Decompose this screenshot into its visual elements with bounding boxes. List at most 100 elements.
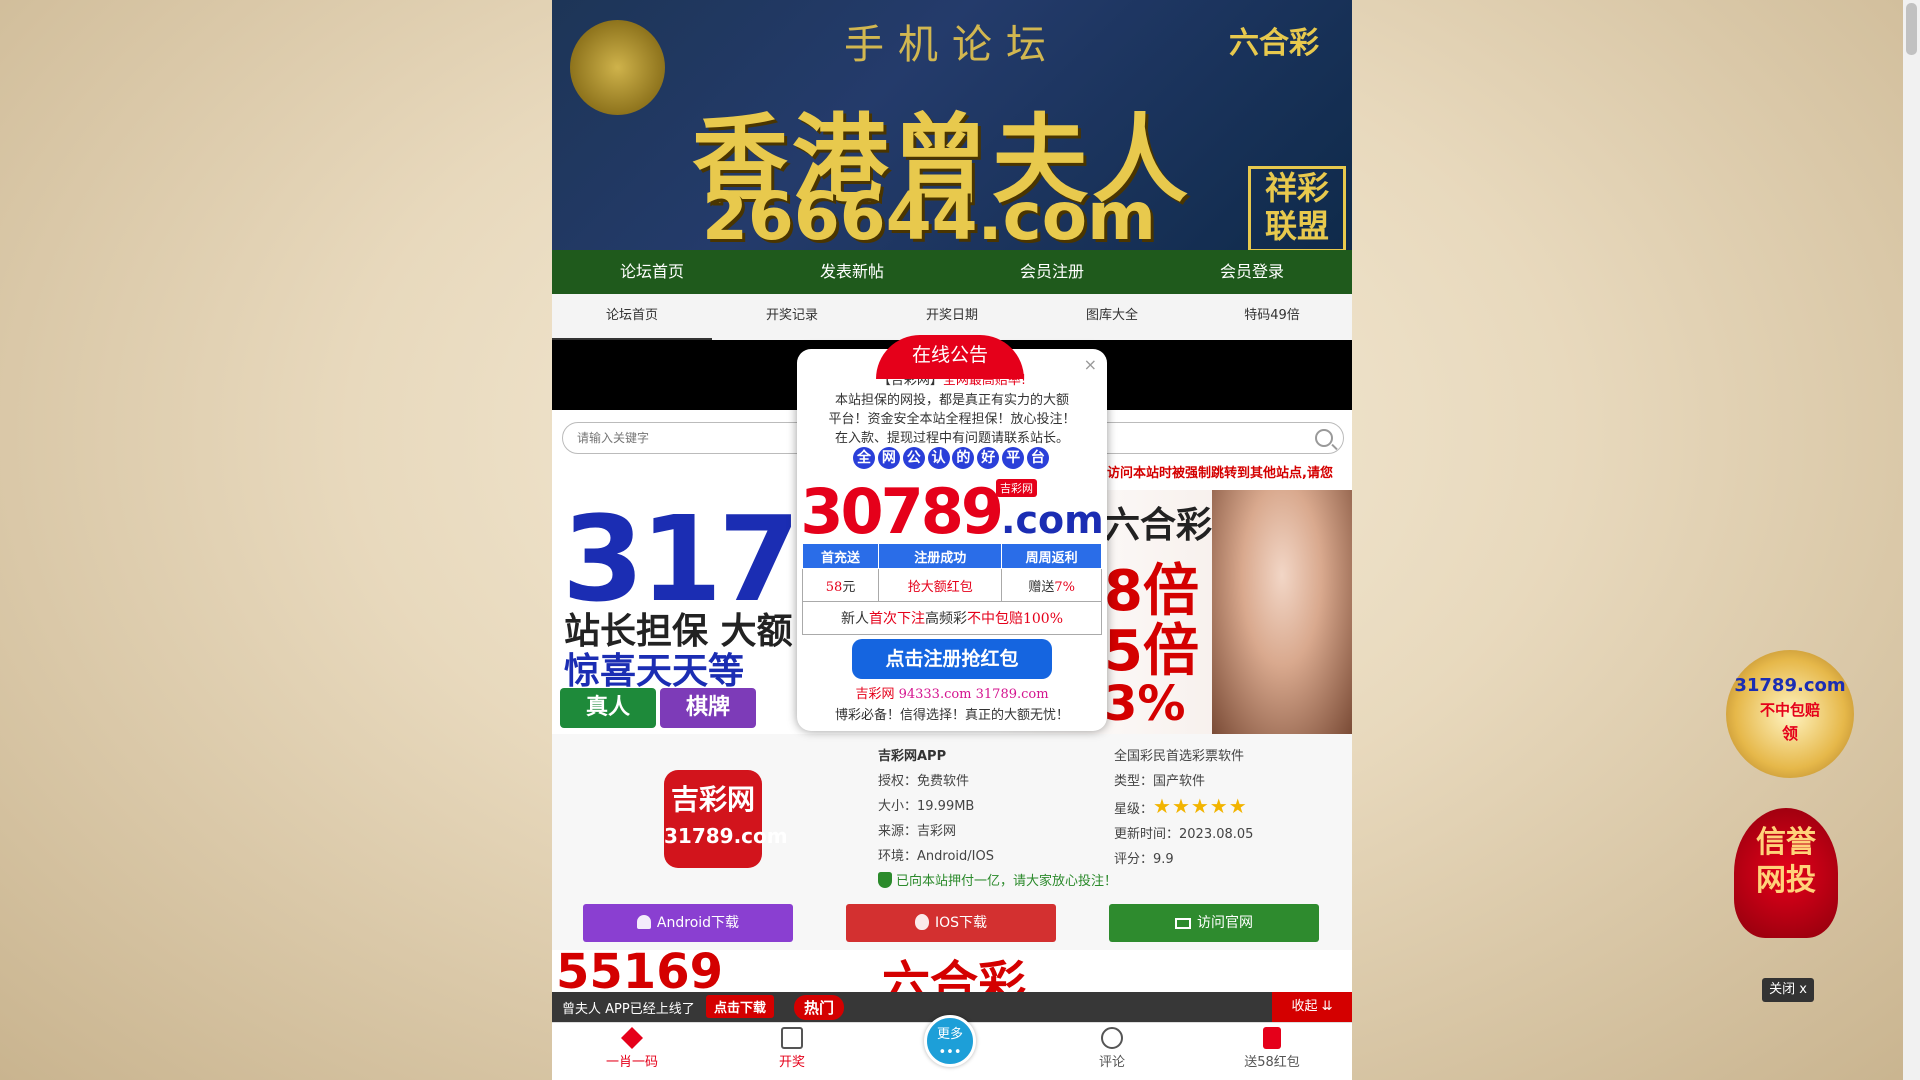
app-rating-label: 星级：	[1114, 802, 1154, 817]
android-download-label: Android下载	[656, 915, 740, 931]
side-badge1-domain: 31789.com	[1734, 675, 1846, 696]
table-header: 首充送	[801, 543, 880, 569]
app-tagline: 全国彩民首选彩票软件	[1114, 749, 1245, 764]
app-info-right: 全国彩民首选彩票软件 类型：国产软件 星级：★★★★★ 更新时间：2023.08…	[1114, 744, 1253, 872]
register-red-packet-button[interactable]: 点击注册抢红包	[852, 639, 1052, 679]
bottom-ad-right: 六合彩	[882, 956, 1027, 992]
nav-item-login[interactable]: 会员登录	[1152, 250, 1352, 294]
tab-special-49[interactable]: 特码49倍	[1192, 294, 1352, 340]
app-promo-message: 曾夫人 APP已经上线了	[562, 1002, 695, 1017]
modal-sites-brand: 吉彩网	[855, 687, 895, 702]
slogan-char: 全	[853, 447, 875, 469]
table-header: 周周返利	[1001, 543, 1102, 569]
side-close-button[interactable]: 关闭 x	[1762, 978, 1814, 1002]
tab-draw-label: 开奖	[778, 1055, 805, 1070]
android-icon	[636, 915, 651, 929]
more-dots-icon: •••	[938, 1045, 962, 1060]
slogan-char: 平	[1002, 447, 1025, 469]
bottom-tab-bar: 一肖一码 开奖 更多 ••• 评论 送58红包	[552, 1015, 1352, 1080]
app-score: 评分：9.9	[1114, 852, 1174, 867]
tab-one-code-label: 一肖一码	[605, 1055, 658, 1070]
tab-gallery[interactable]: 图库大全	[1032, 294, 1192, 340]
modal-line4: 在入款、提现过程中有问题请联系站长。	[834, 431, 1069, 446]
fold-button[interactable]: 收起 ⇊	[1272, 992, 1352, 1022]
app-updated: 更新时间：2023.08.05	[1114, 827, 1254, 842]
app-logo-name: 吉彩网	[670, 783, 755, 816]
tab-red-packet-label: 送58红包	[1244, 1055, 1300, 1070]
app-info-box: 吉彩网 31789.com 吉彩网APP 授权：免费软件 大小：19.99MB …	[552, 734, 1352, 950]
ios-download-button[interactable]: IOS下载	[846, 904, 1056, 942]
modal-footer: 博彩必备！信得选择！真正的大额无忧！	[834, 708, 1069, 723]
side-badge-credit[interactable]: 信誉 网投	[1734, 808, 1838, 938]
visit-site-label: 访问官网	[1197, 915, 1253, 931]
slogan-char: 公	[902, 447, 925, 469]
ad-right-row3: 3%	[1104, 676, 1186, 732]
tab-draw-dates[interactable]: 开奖日期	[872, 294, 1032, 340]
app-logo-domain: 31789.com	[664, 824, 788, 848]
side-badge2-line2: 网投	[1756, 863, 1816, 898]
search-icon[interactable]	[1315, 429, 1333, 447]
redirect-notice: 访问本站时被强制跳转到其他站点,请您	[1107, 466, 1333, 481]
first-deposit-unit: 元	[842, 579, 856, 595]
promo-part-c: 高频彩	[924, 611, 967, 627]
ad-right-title: 六合彩	[1104, 505, 1213, 546]
tab-comments[interactable]: 评论	[1052, 1027, 1172, 1070]
ad-right-row2: 5倍	[1104, 619, 1199, 684]
nav-item-new-post[interactable]: 发表新帖	[752, 250, 952, 294]
modal-sites: 吉彩网 94333.com 31789.com	[797, 683, 1107, 702]
promo-part-b: 首次下注	[868, 611, 925, 627]
app-name: 吉彩网APP	[878, 749, 947, 764]
slogan-char: 认	[927, 447, 950, 469]
app-logo: 吉彩网 31789.com	[664, 770, 788, 868]
modal-domain-number: 30789	[800, 475, 1004, 548]
more-button[interactable]: 更多 •••	[924, 1015, 976, 1067]
app-guarantee: 已向本站押付一亿，请大家放心投注！	[878, 870, 1117, 889]
banner-domain: 266644.com	[702, 178, 1156, 250]
bottom-ad-left: 55169	[556, 950, 723, 992]
more-label: 更多	[936, 1027, 963, 1042]
tab-draw-records[interactable]: 开奖记录	[712, 294, 872, 340]
ad-model-image	[1212, 490, 1352, 734]
tab-draw[interactable]: 开奖	[732, 1027, 852, 1070]
promo-part-d: 不中包赔100%	[966, 611, 1064, 627]
clipboard-icon	[781, 1027, 803, 1049]
tab-red-packet[interactable]: 送58红包	[1212, 1027, 1332, 1070]
modal-brand-tag: 吉彩网	[996, 479, 1037, 497]
promo-part-a: 新人	[840, 611, 869, 627]
visit-site-button[interactable]: 访问官网	[1109, 904, 1319, 942]
side-badge2-line1: 信誉	[1756, 825, 1816, 860]
scrollbar-thumb[interactable]	[1906, 3, 1917, 55]
app-promo-download-button[interactable]: 点击下载	[706, 995, 775, 1018]
slogan-char: 网	[877, 447, 900, 469]
bottom-ad-banner[interactable]: 55169 六合彩	[552, 950, 1352, 992]
monitor-icon	[1175, 918, 1191, 929]
app-source: 来源：吉彩网	[878, 824, 957, 839]
scrollbar[interactable]	[1903, 0, 1920, 1080]
hot-button[interactable]: 热门	[794, 995, 845, 1020]
nav-item-forum-home[interactable]: 论坛首页	[552, 250, 752, 294]
modal-line3: 平台！资金安全本站全程担保！放心投注！	[828, 412, 1076, 427]
slogan-char: 台	[1026, 447, 1049, 469]
modal-header: 在线公告	[876, 335, 1024, 379]
app-env: 环境：Android/IOS	[878, 849, 994, 864]
slogan-char: 好	[977, 447, 1000, 469]
table-cell: 抢大额红包	[878, 568, 1003, 602]
announcement-modal: × 【吉彩网】全网最高赔率! 本站担保的网投，都是真正有实力的大额 平台！资金安…	[797, 349, 1107, 731]
tab-one-code[interactable]: 一肖一码	[572, 1027, 692, 1070]
modal-slogan: 全 网 公 认 的 好 平 台	[853, 447, 1049, 473]
tab-forum-home[interactable]: 论坛首页	[552, 294, 712, 340]
banner-brand: 六合彩	[1229, 26, 1319, 61]
slogan-char: 的	[952, 447, 975, 469]
app-guarantee-text: 已向本站押付一亿，请大家放心投注！	[896, 874, 1118, 889]
red-packet-icon	[1263, 1027, 1281, 1049]
nav-item-register[interactable]: 会员注册	[952, 250, 1152, 294]
tab-comments-label: 评论	[1098, 1055, 1125, 1070]
modal-domain: 30789.com	[797, 475, 1107, 548]
android-download-button[interactable]: Android下载	[583, 904, 793, 942]
side-badge1-text: 不中包赔	[1759, 701, 1820, 719]
side-badge-31789[interactable]: 31789.com 不中包赔 领	[1726, 650, 1854, 778]
app-info-left: 吉彩网APP 授权：免费软件 大小：19.99MB 来源：吉彩网 环境：Andr…	[878, 744, 994, 869]
ios-download-label: IOS下载	[934, 915, 988, 931]
rebate-percent: 7%	[1054, 579, 1075, 595]
site-banner: 手机论坛 香港曾夫人 266644.com 六合彩 祥彩联盟	[552, 0, 1352, 250]
